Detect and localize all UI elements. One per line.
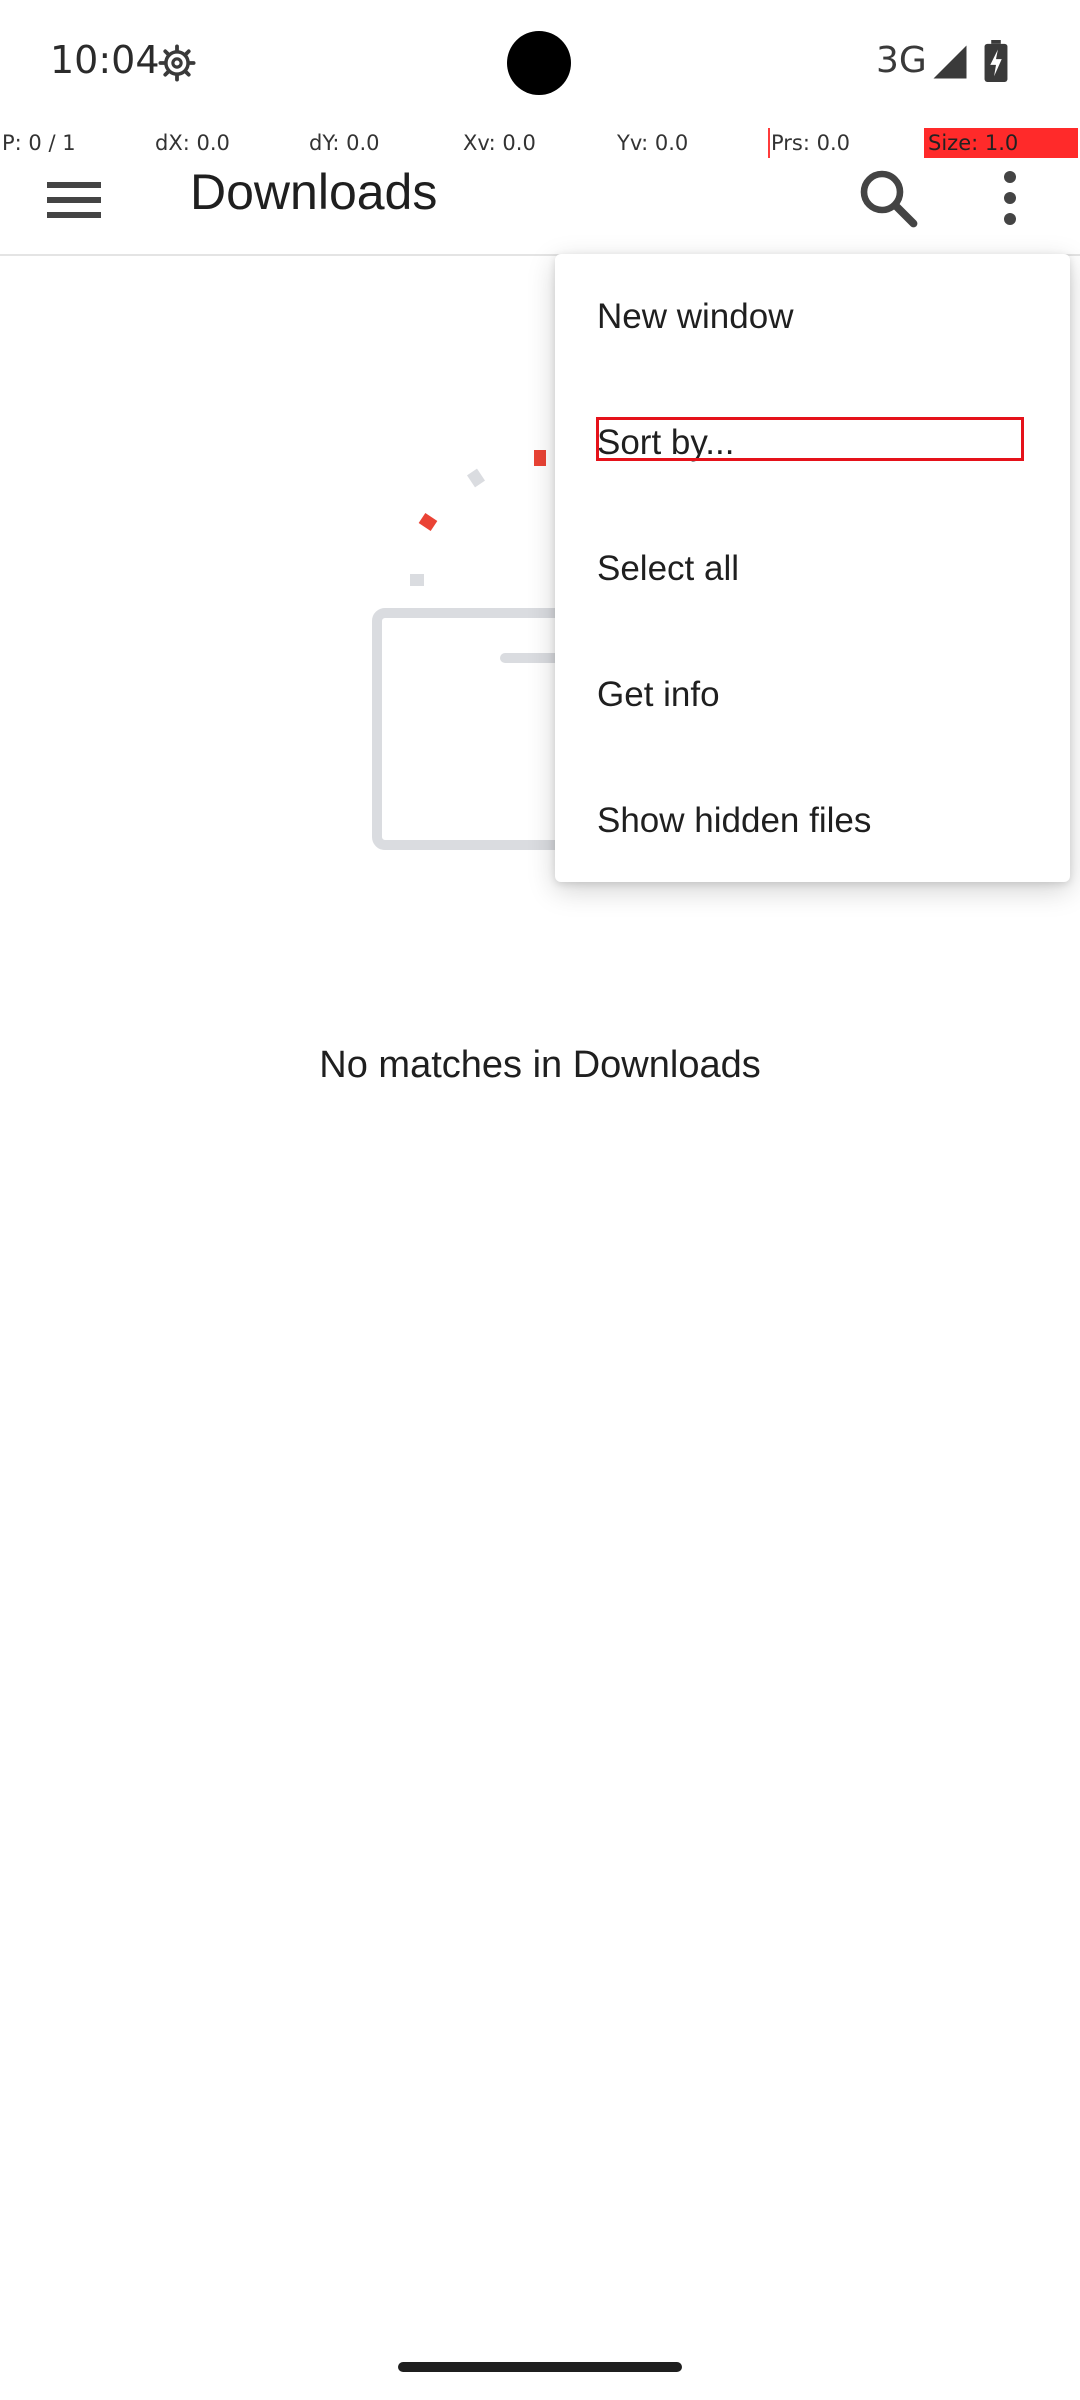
pointer-count: P: 0 / 1 <box>2 131 76 155</box>
menu-item-label: New window <box>597 297 794 336</box>
search-icon[interactable] <box>852 162 924 234</box>
overflow-menu: New window Sort by... Select all Get inf… <box>555 254 1070 882</box>
screen: 10:04 3G Downloads P: 0 / 1 dX: 0.0 dY: … <box>0 0 1080 2400</box>
pointer-dx: dX: 0.0 <box>155 131 230 155</box>
pointer-location-overlay: P: 0 / 1 dX: 0.0 dY: 0.0 Xv: 0.0 Yv: 0.0… <box>0 128 1080 158</box>
menu-item-get-info[interactable]: Get info <box>555 632 1070 758</box>
menu-item-show-hidden-files[interactable]: Show hidden files <box>555 758 1070 884</box>
pressure-indicator-line <box>768 128 770 158</box>
pointer-xv: Xv: 0.0 <box>463 131 536 155</box>
status-time: 10:04 <box>50 38 160 82</box>
page-title: Downloads <box>190 164 438 220</box>
more-vert-icon[interactable] <box>974 162 1046 234</box>
hamburger-menu-icon[interactable] <box>38 164 110 236</box>
cell-signal-icon <box>933 45 967 79</box>
settings-gear-icon <box>158 44 196 82</box>
pointer-yv: Yv: 0.0 <box>617 131 689 155</box>
highlight-box <box>596 417 1024 461</box>
empty-state-message: No matches in Downloads <box>319 1044 761 1086</box>
network-type-label: 3G <box>876 40 927 81</box>
battery-charging-icon <box>984 40 1008 82</box>
pointer-dy: dY: 0.0 <box>309 131 380 155</box>
menu-item-label: Select all <box>597 549 740 588</box>
pointer-pressure: Prs: 0.0 <box>771 131 851 155</box>
status-bar: 10:04 3G <box>0 0 1080 126</box>
menu-item-select-all[interactable]: Select all <box>555 506 1070 632</box>
menu-item-label: Show hidden files <box>597 801 872 840</box>
menu-item-new-window[interactable]: New window <box>555 254 1070 380</box>
gesture-nav-handle[interactable] <box>398 2362 682 2372</box>
menu-item-label: Get info <box>597 675 720 714</box>
camera-cutout <box>507 31 571 95</box>
pointer-size: Size: 1.0 <box>924 128 1078 158</box>
